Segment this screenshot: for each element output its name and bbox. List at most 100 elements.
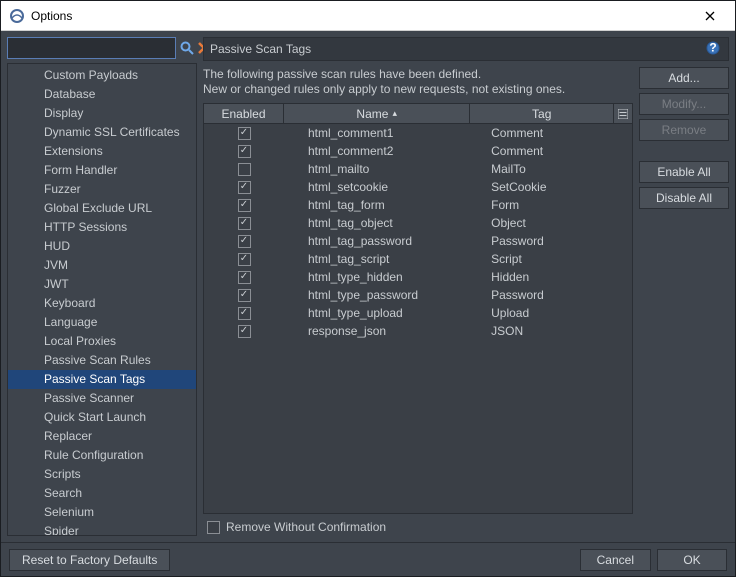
cell-tag: Form — [491, 198, 632, 212]
enabled-checkbox[interactable] — [238, 181, 251, 194]
sidebar-item[interactable]: HUD — [8, 237, 196, 256]
enabled-checkbox[interactable] — [238, 217, 251, 230]
column-config-icon[interactable] — [614, 104, 632, 123]
cell-name: html_tag_script — [284, 252, 491, 266]
enabled-checkbox[interactable] — [238, 235, 251, 248]
cell-name: html_comment2 — [284, 144, 491, 158]
enabled-checkbox[interactable] — [238, 271, 251, 284]
sidebar-item[interactable]: Database — [8, 85, 196, 104]
sidebar-item[interactable]: Quick Start Launch — [8, 408, 196, 427]
cell-tag: Object — [491, 216, 632, 230]
cell-tag: Script — [491, 252, 632, 266]
enable-all-button[interactable]: Enable All — [639, 161, 729, 183]
window-title: Options — [31, 9, 690, 23]
enabled-checkbox[interactable] — [238, 307, 251, 320]
cell-name: html_tag_form — [284, 198, 491, 212]
table-row[interactable]: html_type_uploadUpload — [204, 304, 632, 322]
ok-button[interactable]: OK — [657, 549, 727, 571]
reset-button[interactable]: Reset to Factory Defaults — [9, 549, 170, 571]
sidebar-item[interactable]: Global Exclude URL — [8, 199, 196, 218]
cell-name: html_mailto — [284, 162, 491, 176]
cell-name: html_tag_object — [284, 216, 491, 230]
sidebar-item[interactable]: Custom Payloads — [8, 66, 196, 85]
sidebar-item[interactable]: Rule Configuration — [8, 446, 196, 465]
title-bar: Options — [1, 1, 735, 31]
modify-button[interactable]: Modify... — [639, 93, 729, 115]
enabled-checkbox[interactable] — [238, 145, 251, 158]
panel-note: The following passive scan rules have be… — [203, 67, 633, 97]
sidebar-item[interactable]: Dynamic SSL Certificates — [8, 123, 196, 142]
options-nav[interactable]: Custom PayloadsDatabaseDisplayDynamic SS… — [7, 63, 197, 536]
cell-tag: SetCookie — [491, 180, 632, 194]
sidebar-item[interactable]: Form Handler — [8, 161, 196, 180]
sidebar-item[interactable]: Local Proxies — [8, 332, 196, 351]
sidebar-item[interactable]: Passive Scan Rules — [8, 351, 196, 370]
close-button[interactable] — [690, 2, 730, 30]
table-row[interactable]: html_comment2Comment — [204, 142, 632, 160]
sidebar-item[interactable]: Passive Scanner — [8, 389, 196, 408]
table-row[interactable]: html_tag_formForm — [204, 196, 632, 214]
sidebar-item[interactable]: Keyboard — [8, 294, 196, 313]
remove-without-confirmation-checkbox[interactable] — [207, 521, 220, 534]
cell-tag: Password — [491, 234, 632, 248]
cell-tag: Upload — [491, 306, 632, 320]
sidebar-item[interactable]: Replacer — [8, 427, 196, 446]
remove-button[interactable]: Remove — [639, 119, 729, 141]
search-input[interactable] — [7, 37, 176, 59]
table-row[interactable]: html_setcookieSetCookie — [204, 178, 632, 196]
cell-name: html_comment1 — [284, 126, 491, 140]
app-icon — [9, 8, 25, 24]
enabled-checkbox[interactable] — [238, 325, 251, 338]
add-button[interactable]: Add... — [639, 67, 729, 89]
column-name[interactable]: Name — [284, 104, 470, 123]
enabled-checkbox[interactable] — [238, 253, 251, 266]
table-row[interactable]: html_tag_objectObject — [204, 214, 632, 232]
table-row[interactable]: html_comment1Comment — [204, 124, 632, 142]
sidebar-item[interactable]: Extensions — [8, 142, 196, 161]
svg-text:?: ? — [709, 41, 716, 55]
sidebar-item[interactable]: JWT — [8, 275, 196, 294]
sidebar-item[interactable]: JVM — [8, 256, 196, 275]
cell-name: html_type_hidden — [284, 270, 491, 284]
enabled-checkbox[interactable] — [238, 163, 251, 176]
cell-tag: Hidden — [491, 270, 632, 284]
cell-tag: MailTo — [491, 162, 632, 176]
sidebar-item[interactable]: Search — [8, 484, 196, 503]
table-row[interactable]: html_tag_passwordPassword — [204, 232, 632, 250]
sidebar-item[interactable]: Selenium — [8, 503, 196, 522]
cell-tag: Comment — [491, 144, 632, 158]
cell-tag: JSON — [491, 324, 632, 338]
enabled-checkbox[interactable] — [238, 199, 251, 212]
remove-without-confirmation-label: Remove Without Confirmation — [226, 520, 386, 534]
cell-tag: Comment — [491, 126, 632, 140]
column-tag[interactable]: Tag — [470, 104, 614, 123]
cell-name: html_type_password — [284, 288, 491, 302]
disable-all-button[interactable]: Disable All — [639, 187, 729, 209]
table-row[interactable]: html_type_passwordPassword — [204, 286, 632, 304]
table-row[interactable]: html_type_hiddenHidden — [204, 268, 632, 286]
cell-tag: Password — [491, 288, 632, 302]
panel-title: Passive Scan Tags — [210, 42, 706, 56]
sidebar-item[interactable]: Passive Scan Tags — [8, 370, 196, 389]
cell-name: response_json — [284, 324, 491, 338]
sidebar-item[interactable]: Scripts — [8, 465, 196, 484]
sidebar-item[interactable]: Display — [8, 104, 196, 123]
table-row[interactable]: response_jsonJSON — [204, 322, 632, 340]
table-row[interactable]: html_tag_scriptScript — [204, 250, 632, 268]
panel-header: Passive Scan Tags ? — [203, 37, 729, 61]
cell-name: html_setcookie — [284, 180, 491, 194]
cell-name: html_type_upload — [284, 306, 491, 320]
sidebar-item[interactable]: Fuzzer — [8, 180, 196, 199]
table-row[interactable]: html_mailtoMailTo — [204, 160, 632, 178]
rules-table: Enabled Name Tag html_comment1Commenthtm… — [203, 103, 633, 514]
cancel-button[interactable]: Cancel — [580, 549, 651, 571]
cell-name: html_tag_password — [284, 234, 491, 248]
enabled-checkbox[interactable] — [238, 289, 251, 302]
sidebar-item[interactable]: HTTP Sessions — [8, 218, 196, 237]
enabled-checkbox[interactable] — [238, 127, 251, 140]
sidebar-item[interactable]: Language — [8, 313, 196, 332]
sidebar-item[interactable]: Spider — [8, 522, 196, 536]
search-icon[interactable] — [180, 40, 194, 56]
column-enabled[interactable]: Enabled — [204, 104, 284, 123]
help-icon[interactable]: ? — [706, 41, 722, 57]
